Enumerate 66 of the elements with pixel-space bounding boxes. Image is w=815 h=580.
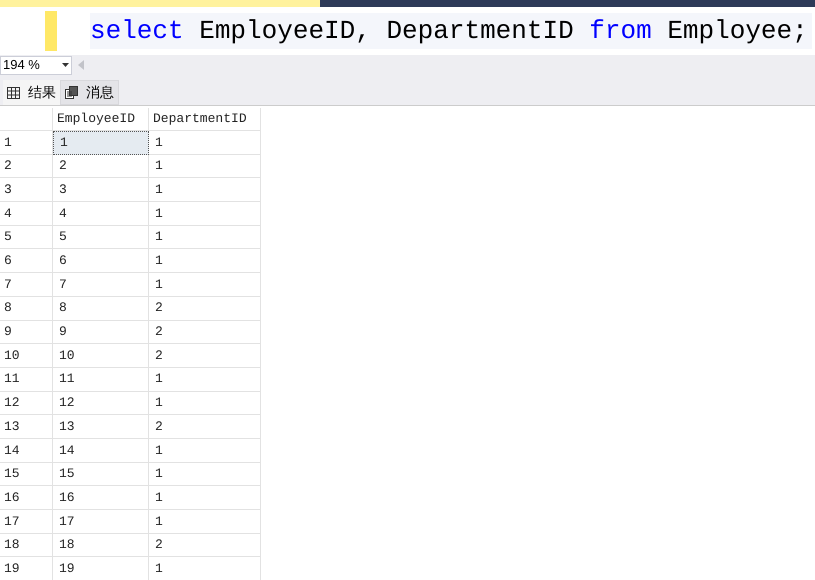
table-cell: 17 bbox=[53, 510, 149, 534]
row-number: 11 bbox=[0, 368, 53, 392]
table-cell: 1 bbox=[149, 392, 261, 416]
table-cell: 2 bbox=[149, 344, 261, 368]
column-header[interactable]: DepartmentID bbox=[149, 108, 261, 131]
table-cell: 1 bbox=[149, 510, 261, 534]
table-cell: 18 bbox=[53, 534, 149, 558]
row-number: 13 bbox=[0, 415, 53, 439]
table-cell: 8 bbox=[53, 296, 149, 320]
table-cell: 1 bbox=[149, 368, 261, 392]
table-cell: 3 bbox=[53, 178, 149, 202]
row-number: 6 bbox=[0, 249, 53, 274]
row-number: 12 bbox=[0, 392, 53, 416]
table-cell: 1 bbox=[149, 226, 261, 250]
result-tab[interactable]: 消息 bbox=[60, 80, 119, 105]
table-cell: 1 bbox=[149, 438, 261, 463]
row-number: 3 bbox=[0, 178, 53, 202]
row-number: 2 bbox=[0, 154, 53, 178]
row-number: 14 bbox=[0, 438, 53, 463]
table-cell: 5 bbox=[53, 226, 149, 250]
table-cell: 1 bbox=[149, 557, 261, 580]
table-cell: 16 bbox=[53, 486, 149, 510]
row-number: 8 bbox=[0, 296, 53, 320]
table-cell: 1 bbox=[149, 462, 261, 486]
row-number: 9 bbox=[0, 320, 53, 344]
table-cell: 1 bbox=[53, 131, 149, 155]
table-cell: 1 bbox=[149, 131, 261, 155]
table-cell: 7 bbox=[53, 273, 149, 297]
row-number: 15 bbox=[0, 462, 53, 486]
table-cell: 1 bbox=[149, 202, 261, 226]
table-cell: 19 bbox=[53, 557, 149, 580]
row-number: 16 bbox=[0, 486, 53, 510]
table-cell: 1 bbox=[149, 178, 261, 202]
table-cell: 15 bbox=[53, 462, 149, 486]
table-cell: 2 bbox=[149, 415, 261, 439]
document-icon bbox=[65, 86, 78, 99]
row-number: 17 bbox=[0, 510, 53, 534]
table-cell: 2 bbox=[149, 296, 261, 320]
table-cell: 6 bbox=[53, 249, 149, 274]
table-cell: 13 bbox=[53, 415, 149, 439]
table-cell: 4 bbox=[53, 202, 149, 226]
change-marker bbox=[45, 11, 57, 51]
caret-icon bbox=[62, 63, 69, 67]
zoom-dropdown[interactable]: 194 % bbox=[0, 56, 72, 74]
corner-cell bbox=[0, 108, 53, 131]
table-cell: 1 bbox=[149, 273, 261, 297]
scroll-left-icon bbox=[78, 60, 84, 70]
table-cell: 1 bbox=[149, 486, 261, 510]
table-cell: 14 bbox=[53, 438, 149, 463]
table-cell: 9 bbox=[53, 320, 149, 344]
row-number: 5 bbox=[0, 226, 53, 250]
row-number: 4 bbox=[0, 202, 53, 226]
result-tab[interactable]: 结果 bbox=[3, 80, 60, 105]
table-cell: 10 bbox=[53, 344, 149, 368]
table-cell: 1 bbox=[149, 249, 261, 274]
table-cell: 2 bbox=[53, 154, 149, 178]
grid-icon bbox=[7, 86, 20, 98]
row-number: 7 bbox=[0, 273, 53, 297]
row-number: 10 bbox=[0, 344, 53, 368]
table-cell: 12 bbox=[53, 392, 149, 416]
table-cell: 2 bbox=[149, 534, 261, 558]
row-number: 19 bbox=[0, 557, 53, 580]
table-cell: 2 bbox=[149, 320, 261, 344]
table-cell: 11 bbox=[53, 368, 149, 392]
table-cell: 1 bbox=[149, 154, 261, 178]
row-number: 18 bbox=[0, 534, 53, 558]
